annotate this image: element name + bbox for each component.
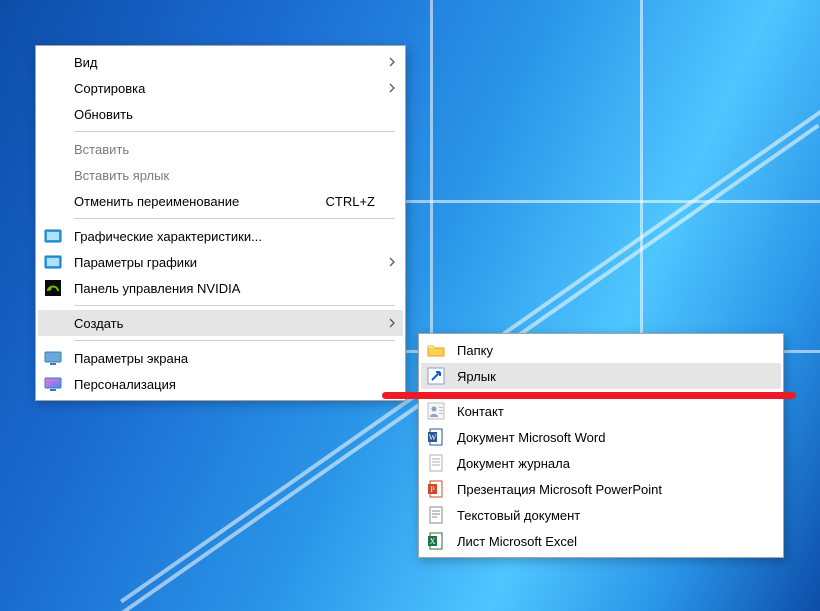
menu-item-label: Папку — [457, 343, 761, 358]
menu-item-label: Вставить — [74, 142, 383, 157]
svg-text:W: W — [429, 433, 437, 442]
menu-item-label: Контакт — [457, 404, 761, 419]
menu-item-view[interactable]: Вид — [38, 49, 403, 75]
blank-icon — [42, 166, 64, 184]
menu-item-new-shortcut[interactable]: Ярлык — [421, 363, 781, 389]
menu-separator — [74, 218, 395, 219]
menu-item-label: Текстовый документ — [457, 508, 761, 523]
menu-item-label: Документ Microsoft Word — [457, 430, 761, 445]
menu-item-new-folder[interactable]: Папку — [421, 337, 781, 363]
powerpoint-icon: P — [425, 480, 447, 498]
blank-icon — [42, 314, 64, 332]
submenu-arrow-icon — [383, 83, 397, 93]
desktop-context-menu: Вид Сортировка Обновить Вставить Вставить яр… — [35, 45, 406, 401]
menu-item-paste: Вставить — [38, 136, 403, 162]
menu-item-intel-gfx-props[interactable]: Графические характеристики... — [38, 223, 403, 249]
submenu-arrow-icon — [383, 57, 397, 67]
blank-icon — [42, 79, 64, 97]
menu-item-new-journal[interactable]: Документ журнала — [421, 450, 781, 476]
word-icon: W — [425, 428, 447, 446]
menu-item-label: Презентация Microsoft PowerPoint — [457, 482, 761, 497]
menu-item-refresh[interactable]: Обновить — [38, 101, 403, 127]
menu-item-label: Панель управления NVIDIA — [74, 281, 383, 296]
menu-item-paste-shortcut: Вставить ярлык — [38, 162, 403, 188]
shortcut-icon — [425, 367, 447, 385]
annotation-highlight-line — [382, 392, 796, 399]
menu-item-label: Персонализация — [74, 377, 383, 392]
menu-item-label: Параметры графики — [74, 255, 383, 270]
menu-item-label: Лист Microsoft Excel — [457, 534, 761, 549]
menu-item-undo-rename[interactable]: Отменить переименованиеCTRL+Z — [38, 188, 403, 214]
blank-icon — [42, 140, 64, 158]
submenu-arrow-icon — [383, 257, 397, 267]
svg-text:P: P — [430, 485, 435, 494]
submenu-arrow-icon — [383, 318, 397, 328]
menu-item-new-powerpoint[interactable]: P Презентация Microsoft PowerPoint — [421, 476, 781, 502]
svg-text:X: X — [430, 537, 436, 546]
menu-separator — [74, 305, 395, 306]
menu-item-new-word[interactable]: W Документ Microsoft Word — [421, 424, 781, 450]
menu-item-new-contact[interactable]: Контакт — [421, 398, 781, 424]
blank-icon — [42, 53, 64, 71]
menu-separator — [74, 131, 395, 132]
monitor-icon — [42, 349, 64, 367]
menu-item-label: Создать — [74, 316, 383, 331]
nvidia-icon — [42, 279, 64, 297]
intel-gfx-icon — [42, 253, 64, 271]
menu-item-personalize[interactable]: Персонализация — [38, 371, 403, 397]
menu-item-new-textdoc[interactable]: Текстовый документ — [421, 502, 781, 528]
menu-item-label: Документ журнала — [457, 456, 761, 471]
menu-item-nvidia-cp[interactable]: Панель управления NVIDIA — [38, 275, 403, 301]
new-submenu: Папку Ярлык Контакт W Документ Microsoft Wor… — [418, 333, 784, 558]
menu-item-label: Обновить — [74, 107, 383, 122]
journal-icon — [425, 454, 447, 472]
contact-icon — [425, 402, 447, 420]
menu-item-accelerator: CTRL+Z — [326, 194, 375, 209]
menu-item-label: Сортировка — [74, 81, 383, 96]
menu-item-display-settings[interactable]: Параметры экрана — [38, 345, 403, 371]
blank-icon — [42, 105, 64, 123]
menu-separator — [74, 340, 395, 341]
excel-icon: X — [425, 532, 447, 550]
blank-icon — [42, 192, 64, 210]
menu-item-new-excel[interactable]: X Лист Microsoft Excel — [421, 528, 781, 554]
textdoc-icon — [425, 506, 447, 524]
folder-icon — [425, 341, 447, 359]
menu-item-intel-gfx-opts[interactable]: Параметры графики — [38, 249, 403, 275]
menu-item-label: Отменить переименование — [74, 194, 326, 209]
menu-item-sort[interactable]: Сортировка — [38, 75, 403, 101]
menu-item-label: Вставить ярлык — [74, 168, 383, 183]
menu-item-new[interactable]: Создать — [38, 310, 403, 336]
menu-item-label: Параметры экрана — [74, 351, 383, 366]
menu-item-label: Ярлык — [457, 369, 761, 384]
intel-gfx-icon — [42, 227, 64, 245]
monitor-gradient-icon — [42, 375, 64, 393]
menu-item-label: Графические характеристики... — [74, 229, 383, 244]
menu-item-label: Вид — [74, 55, 383, 70]
